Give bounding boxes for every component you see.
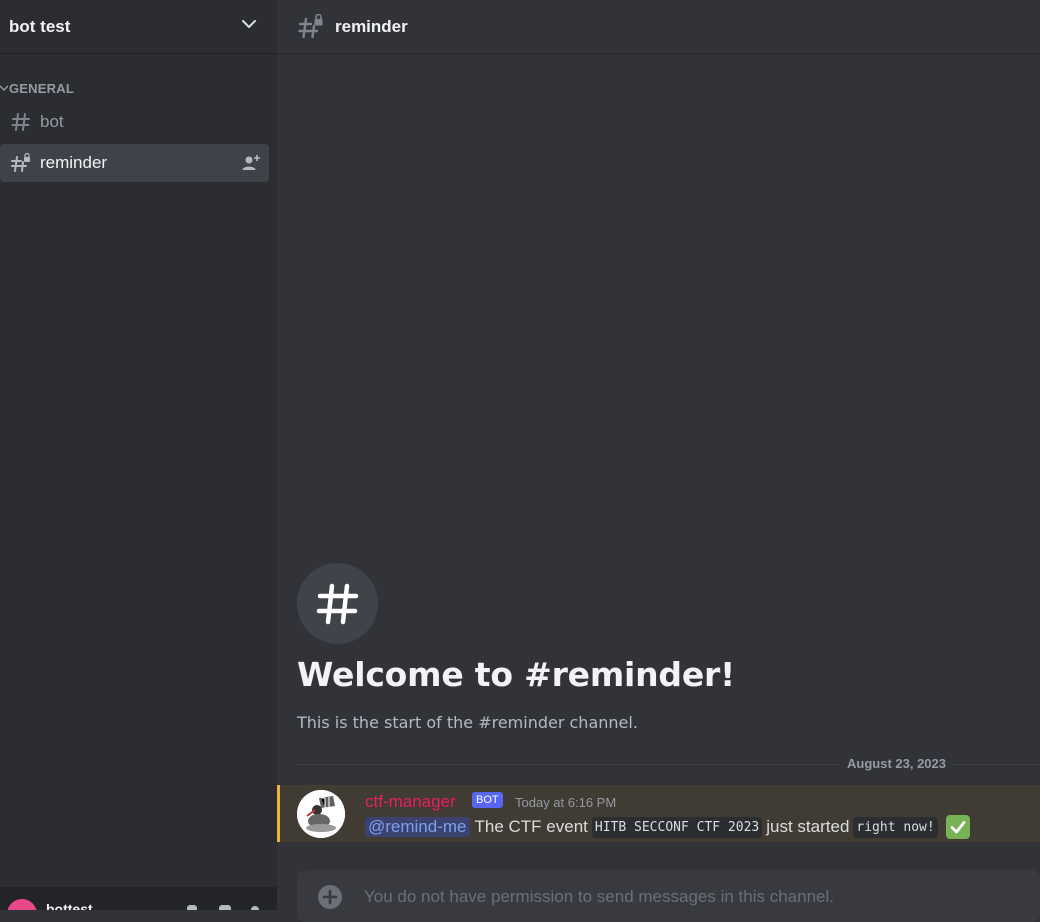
channel-label: bot — [40, 112, 64, 131]
date-divider-label: August 23, 2023 — [839, 756, 954, 771]
message-timestamp: Today at 6:16 PM — [515, 795, 617, 810]
category-label: GENERAL — [9, 80, 74, 96]
server-name: bot test — [9, 16, 71, 36]
chevron-down-icon — [242, 20, 256, 28]
locked-hashtag-icon — [11, 153, 30, 172]
user-panel: bottest — [0, 887, 277, 910]
hashtag-icon — [297, 563, 378, 644]
message-text: just started — [766, 817, 850, 836]
category-general[interactable]: GENERAL — [0, 80, 74, 96]
message[interactable]: ctf-manager BOT Today at 6:16 PM @remind… — [277, 785, 1040, 842]
sidebar-channel-bot[interactable]: bot — [0, 103, 269, 141]
inline-code: right now! — [853, 816, 938, 838]
bot-tag: BOT — [472, 792, 503, 808]
welcome-subtitle: This is the start of the #reminder chann… — [297, 713, 638, 732]
chevron-down-icon — [0, 85, 8, 92]
bot-avatar-icon — [297, 790, 345, 838]
avatar[interactable] — [7, 899, 37, 910]
welcome-title: Welcome to #reminder! — [297, 655, 735, 694]
message-author[interactable]: ctf-manager — [365, 792, 456, 812]
add-attachment-icon — [318, 885, 342, 909]
user-controls-icon[interactable] — [185, 903, 265, 910]
message-content: @remind-me The CTF event HITB SECCONF CT… — [365, 815, 970, 839]
inline-code: HITB SECCONF CTF 2023 — [591, 816, 763, 838]
composer-placeholder: You do not have permission to send messa… — [364, 887, 834, 906]
server-header[interactable]: bot test — [0, 0, 277, 54]
channel-sidebar: bot test GENERAL bot reminder bottest — [0, 0, 277, 910]
message-composer: You do not have permission to send messa… — [297, 870, 1040, 922]
channel-label: reminder — [40, 153, 108, 172]
sidebar-channel-reminder[interactable]: reminder — [0, 144, 269, 182]
channel-title: reminder — [335, 16, 408, 36]
message-text: The CTF event — [474, 817, 588, 836]
hashtag-icon — [11, 113, 30, 131]
role-mention[interactable]: @remind-me — [365, 817, 470, 837]
username: bottest — [46, 901, 93, 910]
avatar[interactable] — [297, 790, 345, 838]
chat-area: reminder Welcome to #reminder! This is t… — [277, 0, 1040, 922]
add-member-icon[interactable] — [242, 154, 260, 172]
check-mark-emoji-icon — [945, 815, 970, 839]
channel-header: reminder — [277, 0, 1040, 54]
locked-hashtag-icon — [298, 13, 323, 38]
